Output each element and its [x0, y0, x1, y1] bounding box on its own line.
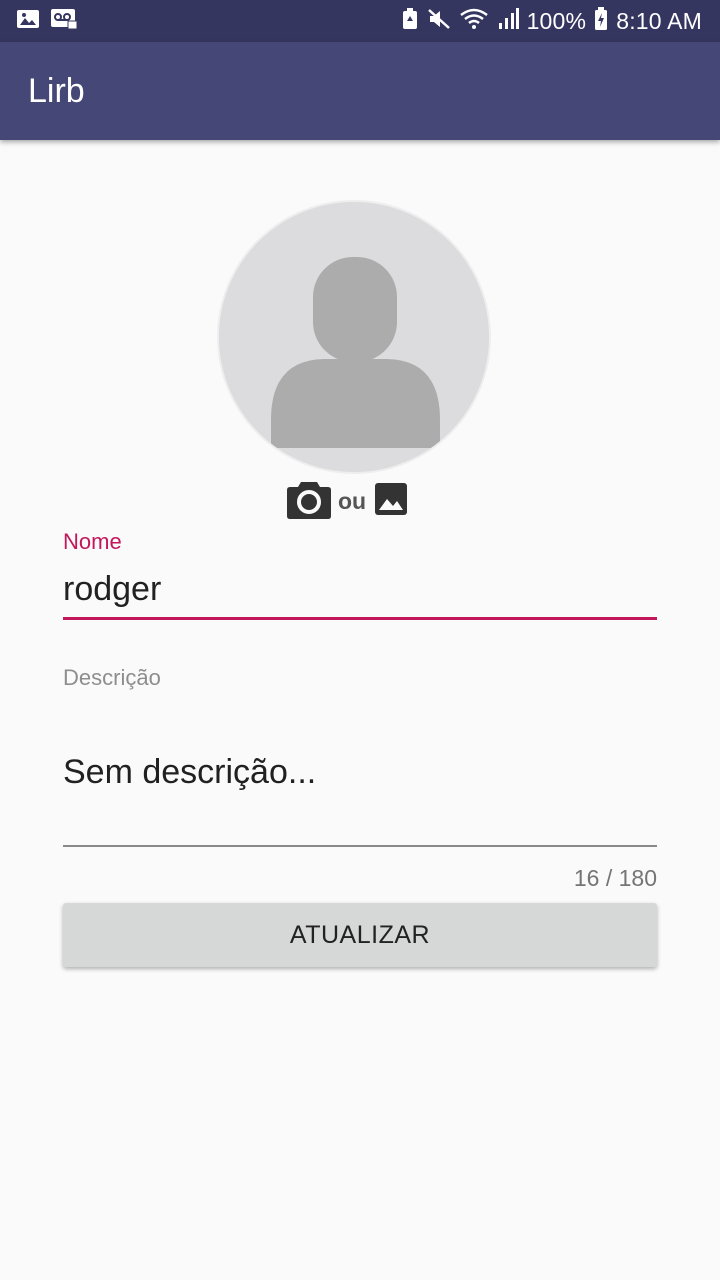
description-label: Descrição — [63, 665, 161, 690]
wifi-icon — [459, 8, 489, 35]
description-input-underline — [63, 845, 657, 847]
voicemail-icon — [50, 8, 78, 35]
mute-icon — [427, 8, 451, 35]
battery-charging-icon — [594, 6, 608, 36]
description-input[interactable]: Sem descrição... — [63, 753, 316, 792]
name-label: Nome — [63, 529, 122, 554]
name-input-underline — [63, 617, 657, 620]
photo-source-options: ou — [286, 478, 408, 524]
recycle-icon — [401, 7, 419, 35]
profile-avatar[interactable] — [217, 200, 491, 474]
app-bar: Lirb — [0, 42, 720, 140]
or-text: ou — [338, 487, 367, 514]
gallery-icon[interactable] — [374, 482, 408, 521]
app-title: Lirb — [28, 71, 85, 110]
person-placeholder-icon — [271, 257, 440, 448]
status-bar: 100% 8:10 AM — [0, 0, 720, 42]
update-button[interactable]: ATUALIZAR — [63, 903, 657, 967]
character-counter: 16 / 180 — [573, 865, 657, 891]
status-bar-right: 100% 8:10 AM — [401, 6, 702, 36]
name-input[interactable]: rodger — [63, 570, 161, 609]
clock: 8:10 AM — [616, 7, 702, 34]
image-notification-icon — [16, 9, 40, 34]
signal-icon — [497, 7, 519, 35]
battery-percent: 100% — [526, 7, 587, 34]
camera-icon[interactable] — [286, 478, 332, 525]
status-bar-left — [16, 8, 78, 35]
